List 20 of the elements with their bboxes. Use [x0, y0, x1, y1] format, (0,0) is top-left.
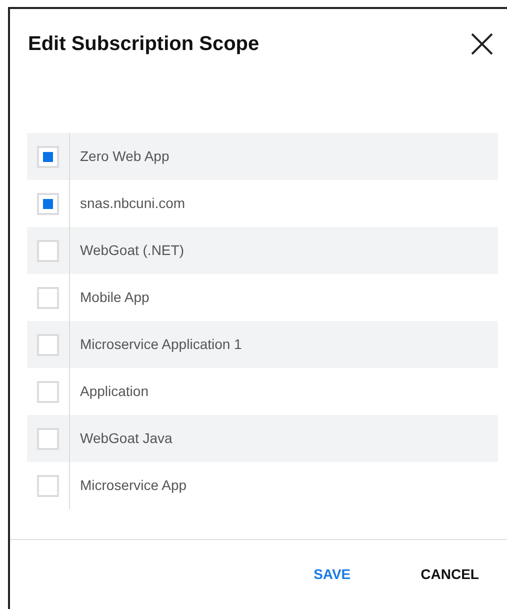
item-label: snas.nbcuni.com: [80, 194, 186, 213]
item-label: Microservice App: [80, 476, 187, 495]
checkbox[interactable]: [37, 334, 59, 356]
checkbox[interactable]: [37, 380, 59, 402]
checkbox[interactable]: [37, 146, 59, 168]
cancel-button[interactable]: CANCEL: [420, 564, 479, 585]
item-label: Application: [80, 382, 148, 401]
item-label: Zero Web App: [80, 147, 170, 166]
item-label: WebGoat (.NET): [80, 241, 184, 260]
item-label: Microservice Application 1: [80, 335, 242, 354]
checkbox[interactable]: [37, 474, 59, 496]
close-icon[interactable]: [469, 31, 495, 57]
checkbox[interactable]: [37, 240, 59, 262]
checkbox[interactable]: [37, 192, 59, 214]
checkbox[interactable]: [37, 286, 59, 308]
item-label: Mobile App: [80, 288, 150, 307]
save-button[interactable]: SAVE: [314, 564, 351, 585]
dialog-title: Edit Subscription Scope: [28, 32, 260, 57]
item-label: WebGoat Java: [80, 429, 172, 448]
checkbox[interactable]: [37, 428, 59, 450]
